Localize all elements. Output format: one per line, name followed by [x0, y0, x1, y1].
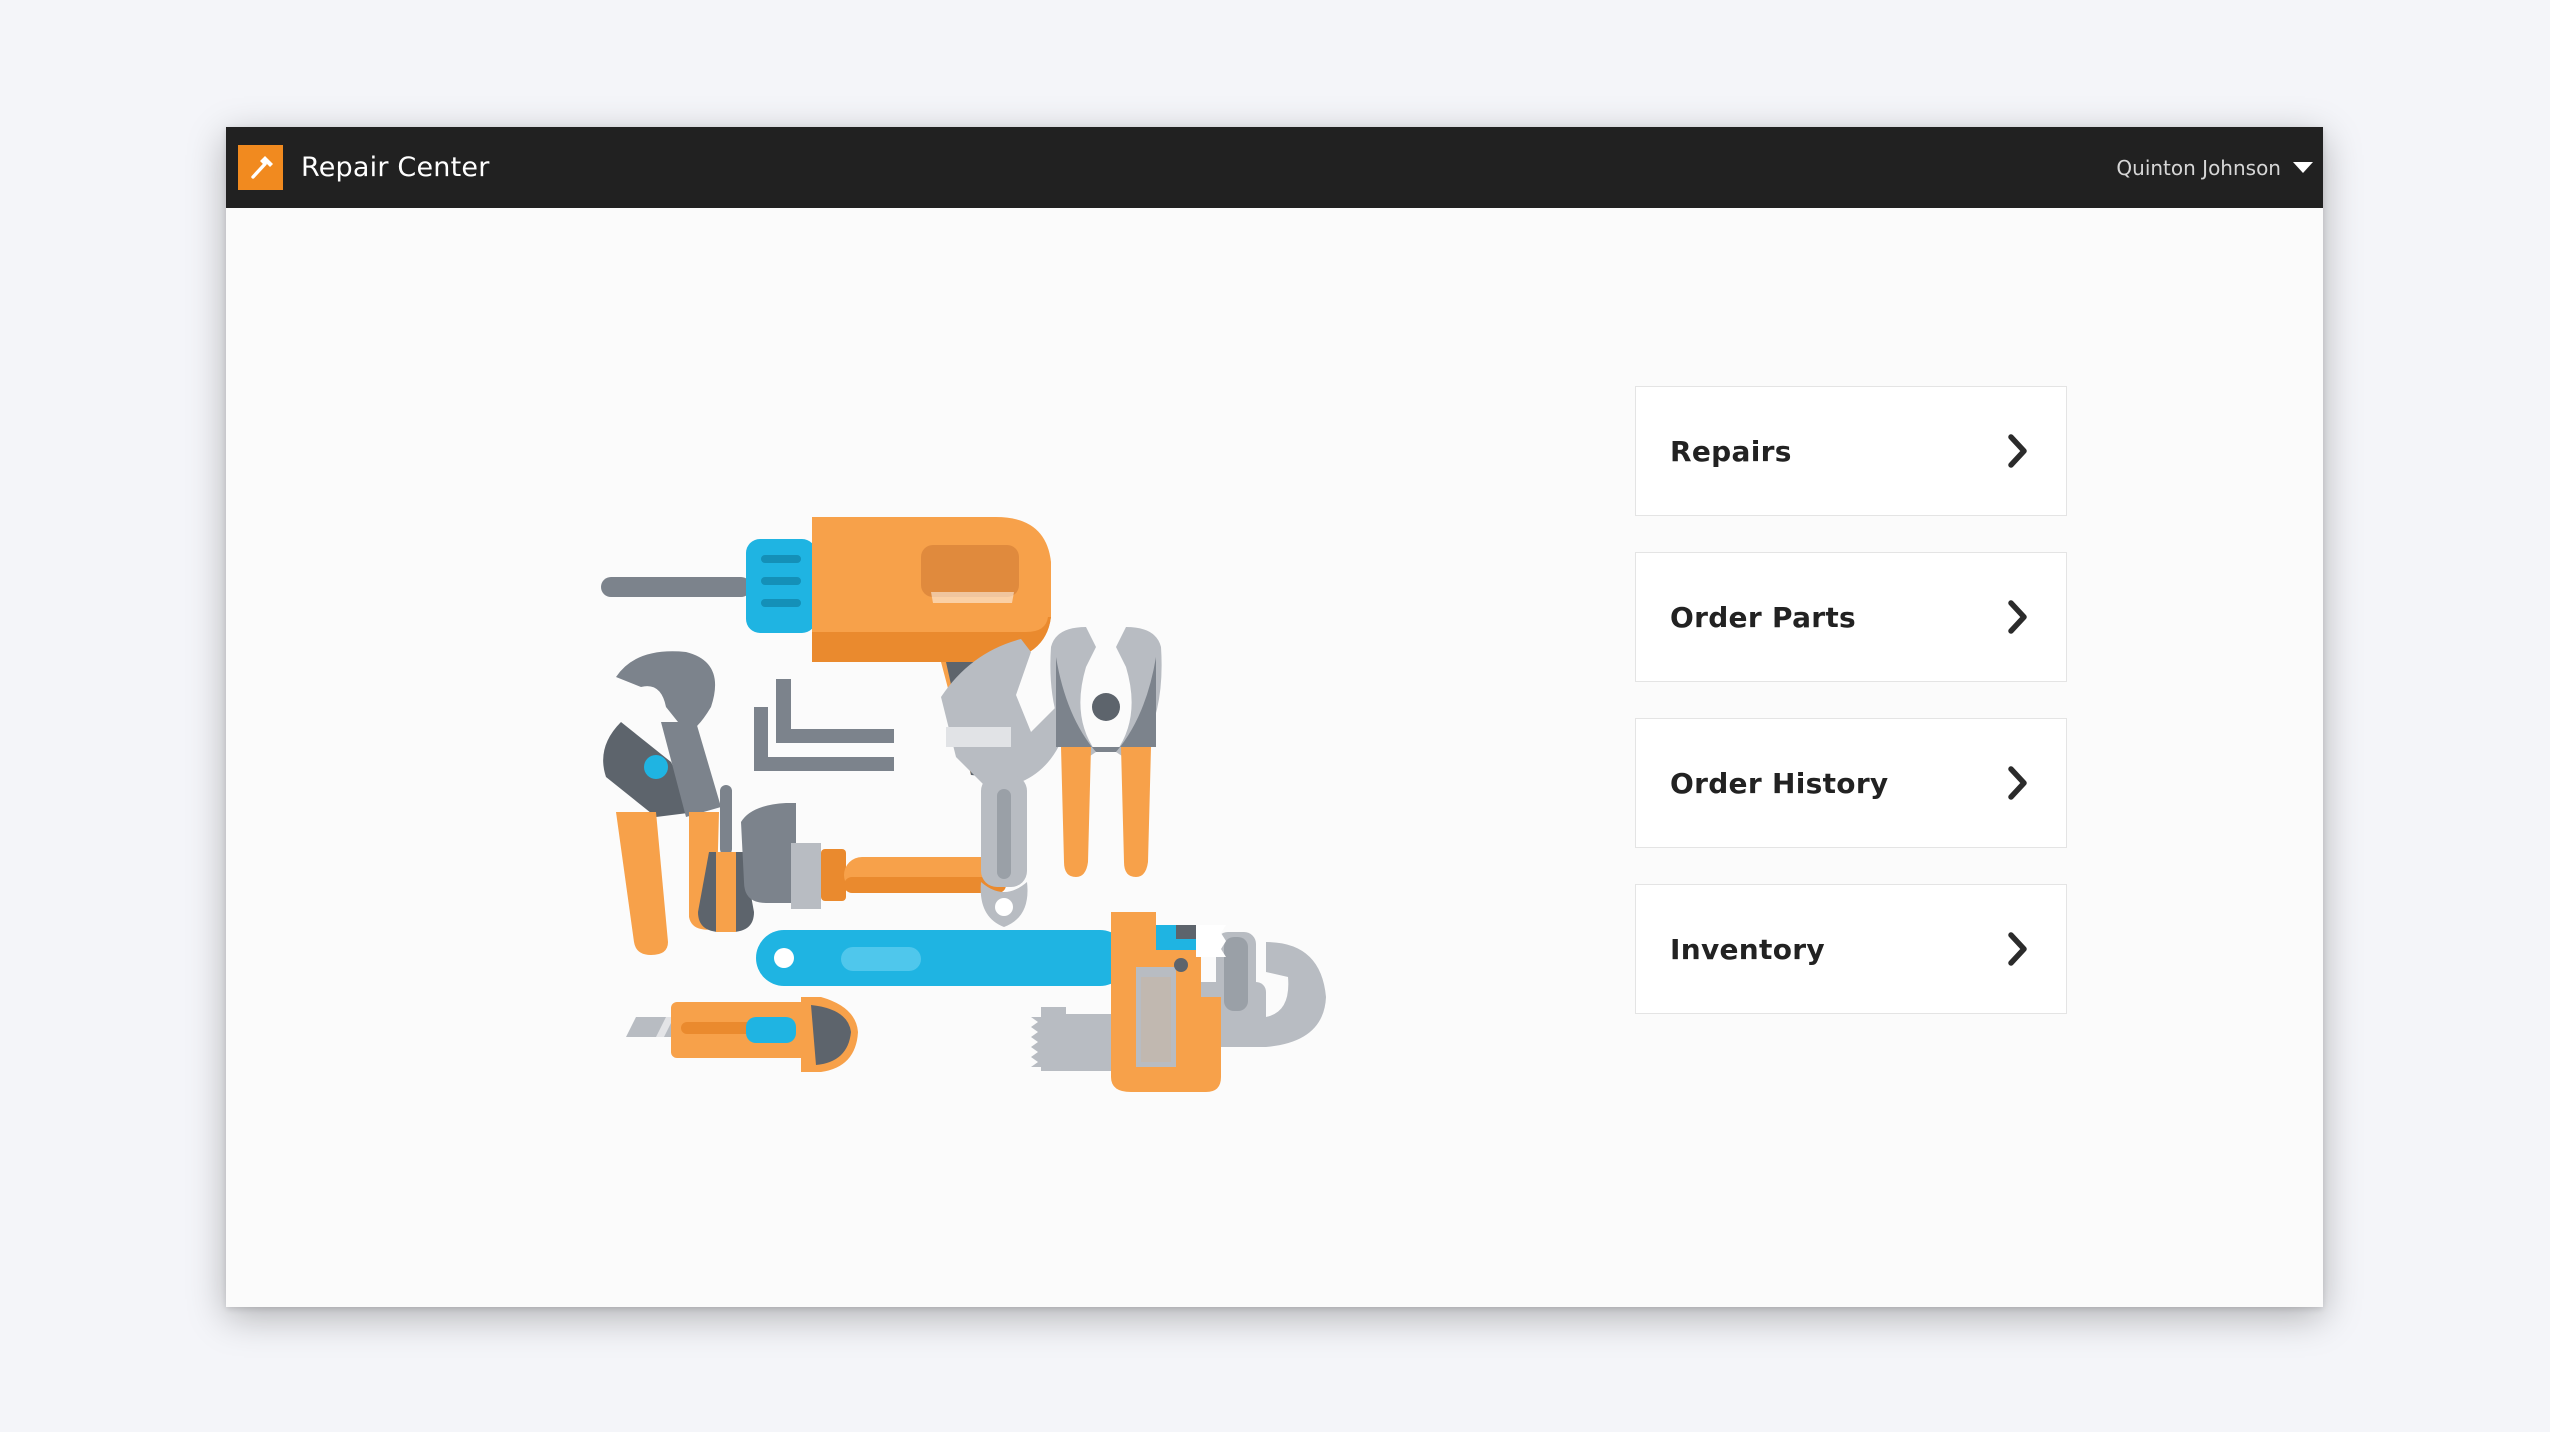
app-logo[interactable]: [238, 145, 283, 190]
app-title: Repair Center: [301, 152, 490, 183]
allen-keys-icon: [754, 679, 894, 771]
menu-item-label: Order Parts: [1670, 600, 1857, 634]
hammer-icon: [250, 155, 273, 179]
level-icon: [756, 930, 1128, 986]
menu-item-label: Inventory: [1670, 932, 1825, 966]
menu-item-label: Repairs: [1670, 434, 1792, 468]
menu-item-order-parts[interactable]: Order Parts: [1635, 552, 2067, 682]
user-menu[interactable]: Quinton Johnson: [2116, 127, 2313, 208]
caret-down-icon[interactable]: [2293, 162, 2313, 173]
chevron-right-icon: [2008, 434, 2027, 468]
navigation-menu: Repairs Order Parts Order History Invent…: [1635, 386, 2067, 1050]
chevron-right-icon: [2008, 600, 2027, 634]
chevron-right-icon: [2008, 766, 2027, 800]
menu-item-label: Order History: [1670, 766, 1889, 800]
menu-item-inventory[interactable]: Inventory: [1635, 884, 2067, 1014]
utility-knife-icon: [626, 997, 858, 1072]
user-name[interactable]: Quinton Johnson: [2116, 156, 2281, 180]
nipper-pliers-icon: [1050, 627, 1162, 877]
chevron-right-icon: [2008, 932, 2027, 966]
menu-item-repairs[interactable]: Repairs: [1635, 386, 2067, 516]
menu-item-order-history[interactable]: Order History: [1635, 718, 2067, 848]
app-window: Repair Center Quinton Johnson Repairs Or…: [226, 127, 2323, 1307]
top-navigation-bar: Repair Center Quinton Johnson: [226, 127, 2323, 208]
hammer-tool-icon: [741, 803, 1006, 909]
tools-illustration: [601, 517, 1326, 1092]
